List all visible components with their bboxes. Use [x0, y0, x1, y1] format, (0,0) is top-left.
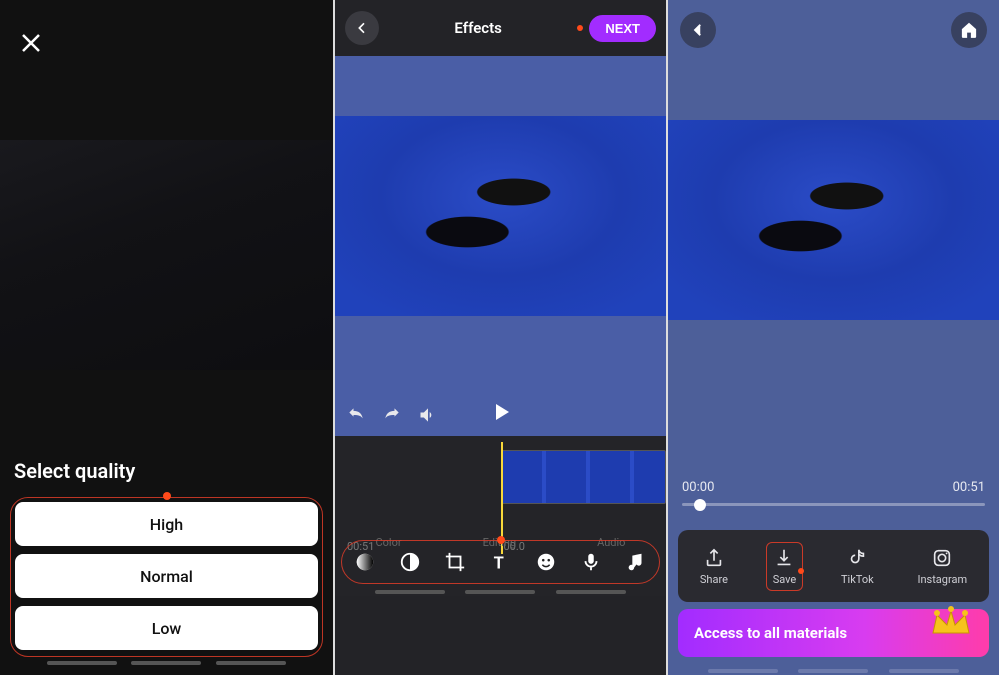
time-current: 00:00	[682, 480, 714, 495]
quality-option-high[interactable]: High	[15, 502, 318, 546]
back-button[interactable]	[680, 12, 716, 48]
save-button[interactable]: Save	[766, 542, 804, 591]
filter-icon	[354, 551, 376, 573]
quality-select-screen: Select quality High Normal Low	[0, 0, 333, 675]
chevron-left-icon	[354, 20, 370, 36]
header-title: Effects	[454, 19, 501, 37]
tool-music[interactable]	[622, 548, 650, 576]
video-preview	[335, 56, 666, 436]
quality-options-highlight: High Normal Low	[10, 497, 323, 657]
home-icon	[960, 21, 978, 39]
quality-option-low[interactable]: Low	[15, 606, 318, 650]
chevron-left-icon	[689, 21, 707, 39]
crown-icon	[927, 599, 975, 647]
crop-icon	[444, 551, 466, 573]
export-share-screen: 00:00 00:51 Share Save TikTok Instagram …	[666, 0, 999, 675]
back-button[interactable]	[345, 11, 379, 45]
volume-button[interactable]	[417, 404, 439, 426]
mic-icon	[580, 551, 602, 573]
emoji-icon	[535, 551, 557, 573]
android-nav-bar	[365, 590, 636, 594]
seek-thumb[interactable]	[694, 499, 706, 511]
contrast-icon	[399, 551, 421, 573]
tool-mic[interactable]	[577, 548, 605, 576]
tiktok-button[interactable]: TikTok	[835, 543, 880, 590]
tool-contrast[interactable]	[396, 548, 424, 576]
next-button[interactable]: NEXT	[589, 15, 656, 42]
home-button[interactable]	[951, 12, 987, 48]
tiktok-label: TikTok	[841, 573, 874, 586]
redo-icon	[382, 405, 402, 425]
quality-title: Select quality	[14, 459, 323, 483]
highlight-dot-icon	[163, 492, 171, 500]
timeline[interactable]: 00:51 00.0 Color Editing Audio T	[335, 436, 666, 596]
video-preview	[668, 60, 999, 360]
time-total: 00:51	[953, 480, 985, 495]
close-button[interactable]	[14, 26, 48, 60]
instagram-icon	[931, 547, 953, 569]
svg-text:T: T	[494, 554, 504, 573]
preview-frame	[335, 116, 666, 316]
share-label: Share	[700, 573, 728, 586]
text-icon: T	[489, 551, 511, 573]
video-track-clip[interactable]	[501, 450, 667, 504]
tool-crop[interactable]	[441, 548, 469, 576]
redo-button[interactable]	[381, 404, 403, 426]
tool-text[interactable]: T	[486, 548, 514, 576]
tool-emoji[interactable]	[532, 548, 560, 576]
close-icon	[19, 31, 43, 55]
music-icon	[625, 551, 647, 573]
volume-icon	[418, 405, 438, 425]
editor-header: Effects NEXT	[335, 0, 666, 56]
android-nav-bar	[10, 657, 323, 665]
preview-frame	[668, 120, 999, 320]
effects-editor-screen: Effects NEXT 00:51 00.0 Color Editing Au…	[333, 0, 666, 675]
highlight-dot-icon	[497, 536, 505, 544]
share-actions-bar: Share Save TikTok Instagram	[678, 530, 989, 602]
instagram-label: Instagram	[917, 573, 967, 586]
quality-option-normal[interactable]: Normal	[15, 554, 318, 598]
seek-bar[interactable]: 00:00 00:51	[682, 480, 985, 506]
play-icon	[489, 400, 513, 424]
undo-icon	[346, 405, 366, 425]
share-icon	[703, 547, 725, 569]
highlight-dot-icon	[577, 25, 583, 31]
premium-banner[interactable]: Access to all materials	[678, 609, 989, 657]
toolbar-highlight: T	[341, 540, 660, 584]
highlight-dot-icon	[798, 568, 804, 574]
dimmed-preview	[0, 140, 333, 370]
save-label: Save	[773, 573, 797, 586]
instagram-button[interactable]: Instagram	[911, 543, 973, 590]
android-nav-bar	[698, 669, 969, 673]
share-button[interactable]: Share	[694, 543, 734, 590]
banner-text: Access to all materials	[694, 624, 847, 642]
tool-filter[interactable]	[351, 548, 379, 576]
download-icon	[773, 547, 795, 569]
play-button[interactable]	[489, 400, 513, 428]
tiktok-icon	[846, 547, 868, 569]
undo-button[interactable]	[345, 404, 367, 426]
